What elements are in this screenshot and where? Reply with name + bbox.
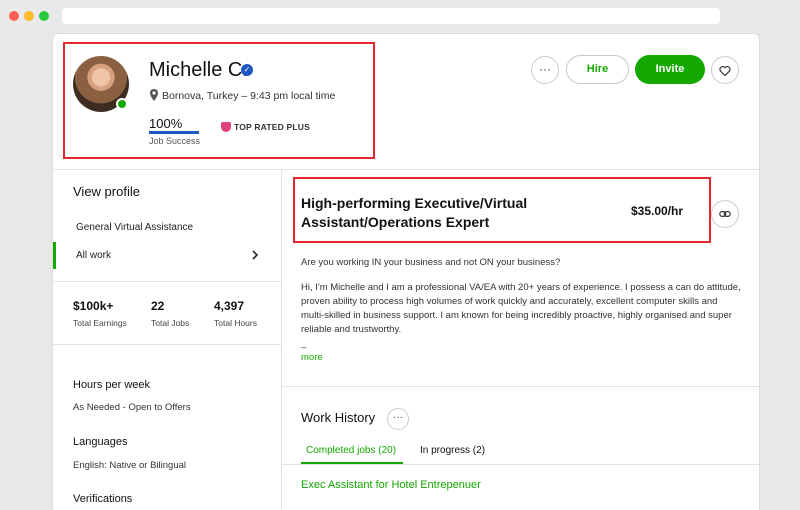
stat-total-hours-label: Total Hours bbox=[214, 318, 257, 328]
heart-icon bbox=[719, 65, 731, 77]
save-favorite-button[interactable] bbox=[711, 56, 739, 84]
header-highlight-box bbox=[63, 42, 375, 159]
work-history-options-button[interactable]: ··· bbox=[387, 408, 409, 430]
languages-value: English: Native or Bilingual bbox=[73, 460, 187, 471]
maximize-window-button[interactable] bbox=[39, 11, 49, 21]
sidebar-divider-2 bbox=[53, 344, 281, 345]
more-link[interactable]: more bbox=[301, 352, 323, 363]
stat-total-jobs-value: 22 bbox=[151, 299, 165, 313]
overview-intro: Are you working IN your business and not… bbox=[301, 257, 561, 268]
stat-total-earnings-label: Total Earnings bbox=[73, 318, 127, 328]
invite-button[interactable]: Invite bbox=[635, 55, 705, 84]
tab-in-progress[interactable]: In progress (2) bbox=[420, 445, 485, 456]
minimize-window-button[interactable] bbox=[24, 11, 34, 21]
verifications-heading: Verifications bbox=[73, 493, 133, 505]
stat-total-jobs-label: Total Jobs bbox=[151, 318, 190, 328]
job-title-link[interactable]: Exec Assistant for Hotel Entrepenuer bbox=[301, 479, 481, 491]
hire-button[interactable]: Hire bbox=[566, 55, 629, 84]
hours-per-week-value: As Needed - Open to Offers bbox=[73, 402, 191, 413]
main-divider bbox=[281, 386, 759, 387]
work-history-heading: Work History bbox=[301, 410, 376, 425]
overview-body: Hi, I'm Michelle and I am a professional… bbox=[301, 282, 741, 335]
hours-per-week-heading: Hours per week bbox=[73, 379, 151, 391]
copy-link-button[interactable] bbox=[711, 200, 739, 228]
profile-page: Michelle C. ✓ Bornova, Turkey – 9:43 pm … bbox=[52, 33, 760, 510]
specialization-all-work[interactable]: All work bbox=[76, 250, 111, 261]
browser-chrome bbox=[0, 0, 800, 28]
stat-total-earnings-value: $100k+ bbox=[73, 299, 114, 313]
tab-completed-jobs[interactable]: Completed jobs (20) bbox=[306, 445, 396, 456]
chevron-right-icon[interactable] bbox=[249, 249, 261, 261]
close-window-button[interactable] bbox=[9, 11, 19, 21]
address-bar[interactable] bbox=[62, 8, 720, 24]
sidebar-divider-1 bbox=[53, 281, 281, 282]
view-profile-heading: View profile bbox=[73, 184, 140, 199]
link-icon bbox=[719, 210, 731, 218]
overview-ellipsis: _ bbox=[301, 338, 307, 349]
stat-total-hours-value: 4,397 bbox=[214, 299, 245, 313]
title-highlight-box bbox=[293, 177, 711, 243]
tabs-divider bbox=[281, 464, 759, 465]
more-options-button[interactable]: ··· bbox=[531, 56, 559, 84]
specialization-general-va[interactable]: General Virtual Assistance bbox=[76, 222, 193, 233]
column-divider bbox=[281, 169, 282, 510]
active-specialization-indicator bbox=[53, 242, 56, 269]
languages-heading: Languages bbox=[73, 436, 128, 448]
header-divider bbox=[53, 169, 759, 170]
